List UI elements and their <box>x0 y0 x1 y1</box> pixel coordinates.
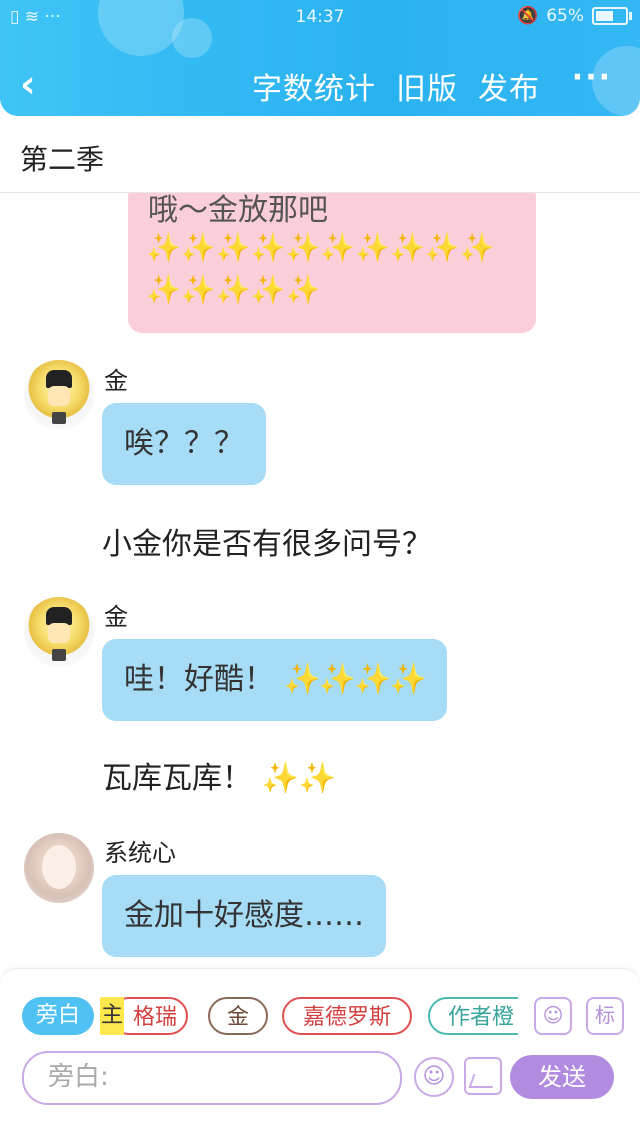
chat-bubble-text: 金加十好感度…… <box>124 898 364 933</box>
battery-percent: 65% <box>546 6 584 26</box>
battery-icon <box>592 7 632 25</box>
narration-text[interactable]: 小金你是否有很多问号？ <box>102 519 432 563</box>
role-chip-jin[interactable]: 金 <box>208 997 268 1035</box>
status-right: 🔕 65% <box>517 6 632 26</box>
app-header: ▯ ≋ ··· 14:37 🔕 65% ‹ 字数统计 旧版 发布 ··· <box>0 0 640 116</box>
message-input-wrapper <box>22 1051 402 1105</box>
avatar[interactable] <box>24 360 94 430</box>
old-version-button[interactable]: 旧版 <box>396 64 458 108</box>
message-input[interactable] <box>46 1053 380 1101</box>
battery-fill <box>596 11 613 21</box>
emoji-icon[interactable]: ☺ <box>414 1057 454 1097</box>
mark-button[interactable]: 标 <box>586 997 624 1035</box>
main-role-tag: 主 <box>100 997 124 1035</box>
chat-bubble-text: 哇！好酷！ <box>124 662 274 697</box>
speaker-name: 金 <box>104 603 128 631</box>
word-count-button[interactable]: 字数统计 <box>252 64 376 108</box>
speaker-name: 系统心 <box>104 839 176 867</box>
sparkles-emoji: ✨✨✨✨ <box>283 662 427 697</box>
role-chip-narration[interactable]: 旁白 <box>22 997 94 1035</box>
narration-text-content: 瓦库瓦库！ <box>102 761 252 796</box>
pink-message-card[interactable]: 哦～金放那吧 ✨✨✨✨✨✨✨✨✨✨✨✨✨✨✨ <box>128 193 536 333</box>
role-chip-jiade[interactable]: 嘉德罗斯 <box>282 997 412 1035</box>
chat-bubble[interactable]: 哇！好酷！ ✨✨✨✨ <box>102 639 447 721</box>
avatar[interactable] <box>24 833 94 903</box>
chat-bubble[interactable]: 唉？？？ <box>102 403 266 485</box>
status-bar: ▯ ≋ ··· 14:37 🔕 65% <box>0 0 640 36</box>
mute-icon: 🔕 <box>517 6 539 26</box>
sparkles-emoji: ✨✨✨✨✨✨✨✨✨✨✨✨✨✨✨ <box>146 231 495 306</box>
nav-actions: 字数统计 旧版 发布 <box>252 64 540 108</box>
avatar[interactable] <box>24 597 94 667</box>
publish-button[interactable]: 发布 <box>478 64 540 108</box>
image-icon[interactable] <box>464 1057 502 1095</box>
role-manage-icon[interactable]: ☺ <box>534 997 572 1035</box>
pink-card-text: 哦～金放那吧 <box>148 193 328 228</box>
composer-panel: 旁白 格瑞 主 金 嘉德罗斯 作者橙 ☺ 标 ☺ 发送 <box>0 968 640 1139</box>
more-icon[interactable]: ··· <box>572 60 612 95</box>
role-chips: 旁白 格瑞 主 金 嘉德罗斯 作者橙 <box>22 997 518 1037</box>
speaker-name: 金 <box>104 367 128 395</box>
send-button[interactable]: 发送 <box>510 1055 614 1099</box>
chat-bubble[interactable]: 金加十好感度…… <box>102 875 386 957</box>
narration-text[interactable]: 瓦库瓦库！ ✨✨ <box>102 753 336 797</box>
chat-area[interactable]: 哦～金放那吧 ✨✨✨✨✨✨✨✨✨✨✨✨✨✨✨ 金 唉？？？ 小金你是否有很多问号… <box>0 193 640 968</box>
back-icon[interactable]: ‹ <box>20 62 36 106</box>
page-title: 第二季 <box>20 143 105 176</box>
chat-bubble-text: 唉？？？ <box>124 426 244 461</box>
role-chip-author[interactable]: 作者橙 <box>428 997 518 1035</box>
nav-bar: ‹ 字数统计 旧版 发布 ··· <box>0 56 640 108</box>
chapter-title-bar[interactable]: 第二季 <box>0 116 640 193</box>
narration-text-content: 小金你是否有很多问号？ <box>102 527 432 562</box>
sparkles-emoji: ✨✨ <box>261 761 337 796</box>
